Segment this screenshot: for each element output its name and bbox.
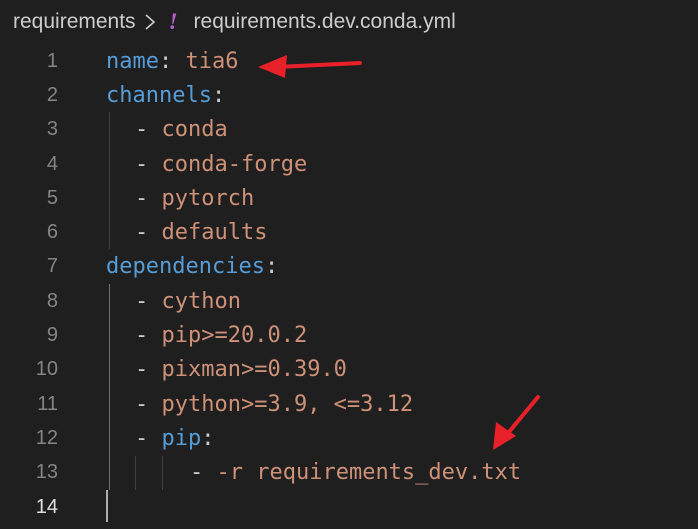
yaml-dash: - (135, 357, 162, 383)
line-number: 9 (46, 324, 58, 347)
yaml-key: pip (161, 425, 202, 451)
code-line: 4 - conda-forge (0, 147, 698, 181)
yaml-value: pytorch (161, 185, 255, 211)
yaml-value: pip>=20.0.2 (161, 323, 308, 349)
yaml-dash: - (135, 220, 162, 246)
yaml-file-icon: ! (168, 9, 178, 34)
annotation-arrow-icon (493, 395, 540, 450)
code-line: 13 - -r requirements_dev.txt (0, 456, 698, 490)
line-number: 7 (46, 255, 58, 278)
line-number: 13 (35, 461, 58, 484)
code-line: 5 - pytorch (0, 181, 698, 215)
line-number: 6 (46, 221, 58, 244)
yaml-value: conda-forge (161, 151, 308, 177)
code-line: 2 channels: (0, 78, 698, 112)
line-number: 3 (46, 118, 58, 141)
yaml-colon: : (201, 425, 215, 451)
yaml-colon: : (158, 48, 173, 74)
yaml-value: python>=3.9, <=3.12 (161, 391, 414, 417)
line-number: 10 (35, 358, 58, 381)
yaml-dash: - (135, 323, 162, 349)
yaml-dash: - (135, 391, 162, 417)
line-number: 8 (46, 289, 58, 312)
line-number: 1 (46, 49, 58, 72)
breadcrumb: requirements ! requirements.dev.conda.ym… (0, 0, 698, 44)
line-number: 11 (37, 392, 58, 415)
line-number: 2 (46, 83, 58, 106)
yaml-key: channels (106, 82, 212, 108)
yaml-value: defaults (161, 220, 268, 246)
yaml-colon: : (264, 254, 279, 280)
code-editor[interactable]: 1 name: tia6 2 channels: 3 - conda 4 - c… (0, 44, 698, 529)
code-line: 3 - conda (0, 113, 698, 147)
yaml-dash: - (135, 185, 162, 211)
line-number: 12 (35, 426, 58, 449)
code-line: 10 - pixman>=0.39.0 (0, 353, 698, 387)
yaml-value: -r requirements_dev.txt (216, 460, 522, 486)
code-line: 7 dependencies: (0, 250, 698, 284)
code-line: 9 - pip>=20.0.2 (0, 318, 698, 352)
line-number: 4 (46, 152, 58, 175)
line-number: 14 (35, 495, 58, 518)
yaml-dash: - (135, 117, 162, 143)
yaml-dash: - (135, 288, 162, 314)
code-line: 12 - pip: (0, 421, 698, 455)
yaml-dash: - (190, 460, 217, 486)
breadcrumb-file[interactable]: requirements.dev.conda.yml (194, 10, 456, 34)
yaml-key: name (106, 48, 159, 74)
yaml-value: pixman>=0.39.0 (161, 357, 347, 383)
code-line: 11 - python>=3.9, <=3.12 (0, 387, 698, 421)
yaml-value: cython (161, 288, 241, 314)
chevron-right-icon (145, 14, 155, 30)
code-line: 14 (0, 490, 698, 524)
annotation-arrow-icon (258, 55, 362, 78)
yaml-dash: - (135, 425, 162, 451)
yaml-value: conda (161, 117, 228, 143)
yaml-value: tia6 (172, 48, 239, 74)
code-line: 6 - defaults (0, 216, 698, 250)
line-number: 5 (46, 186, 58, 209)
yaml-colon: : (211, 82, 226, 108)
yaml-key: dependencies (106, 254, 265, 280)
breadcrumb-folder[interactable]: requirements (13, 10, 136, 34)
code-line: 8 - cython (0, 284, 698, 318)
yaml-dash: - (135, 151, 162, 177)
